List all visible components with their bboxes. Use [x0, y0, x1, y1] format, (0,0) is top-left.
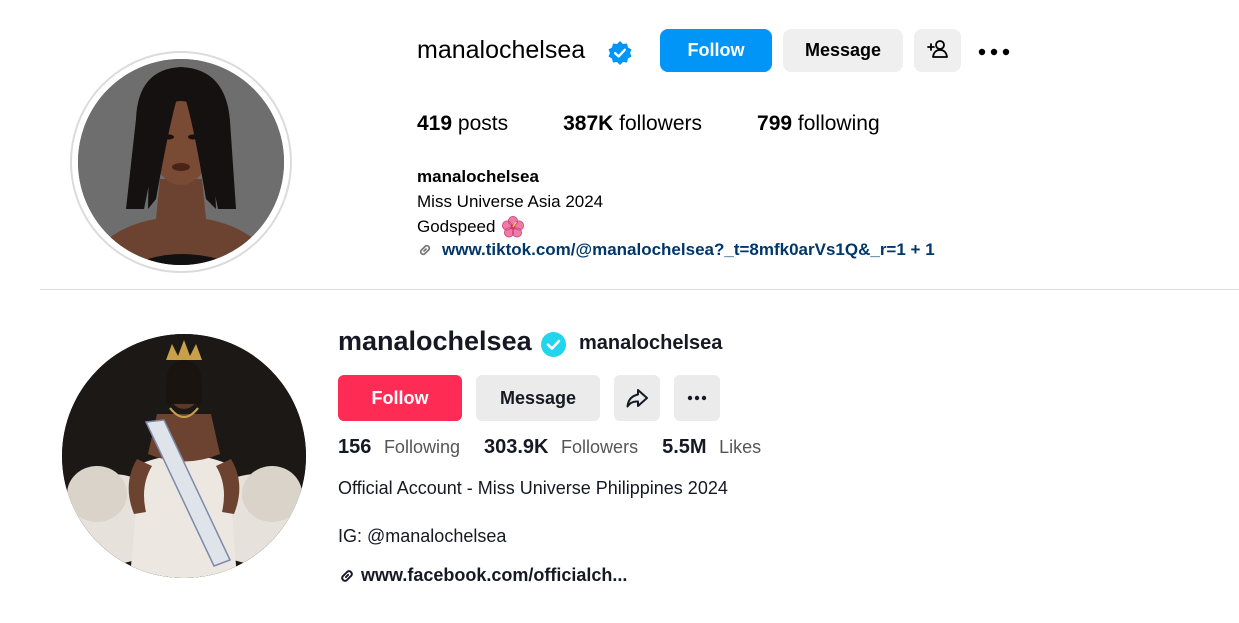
stat-label: posts: [457, 112, 509, 135]
tiktok-more-options-button[interactable]: [674, 375, 720, 421]
tiktok-username: manalochelsea: [338, 326, 532, 356]
stat-label: Likes: [719, 437, 762, 457]
tiktok-bio-line: Official Account - Miss Universe Philipp…: [338, 478, 728, 498]
instagram-follow-button[interactable]: Follow: [660, 29, 772, 72]
section-divider: [40, 289, 1239, 290]
tiktok-avatar[interactable]: [62, 334, 306, 578]
tiktok-stat-following[interactable]: 156 Following: [338, 436, 460, 459]
instagram-more-options-button[interactable]: [975, 36, 1013, 66]
verified-badge-icon: [607, 40, 633, 66]
tiktok-share-button[interactable]: [614, 375, 660, 421]
tiktok-stat-likes: 5.5M Likes: [662, 436, 761, 459]
link-icon: [417, 242, 442, 258]
instagram-stat-posts: 419 posts: [417, 112, 508, 136]
instagram-username[interactable]: manalochelsea: [417, 36, 585, 65]
tiktok-bio-line-2: IG: @manalochelsea: [338, 526, 507, 546]
more-horizontal-icon: [687, 395, 707, 401]
instagram-bio-link[interactable]: www.tiktok.com/@manalochelsea?_t=8mfk0ar…: [417, 240, 935, 260]
tiktok-bio-link[interactable]: www.facebook.com/officialch...: [338, 565, 627, 586]
instagram-stat-following[interactable]: 799 following: [757, 112, 880, 136]
stat-label: followers: [619, 112, 703, 135]
instagram-profile-photo: [78, 59, 284, 265]
instagram-suggested-users-button[interactable]: [914, 29, 961, 72]
instagram-bio-line: Miss Universe Asia 2024: [417, 192, 604, 211]
instagram-display-name: manalochelsea: [417, 167, 539, 186]
tiktok-profile-photo: [62, 334, 306, 578]
stat-value: 387K: [563, 112, 614, 135]
stat-value: 156: [338, 436, 372, 458]
instagram-stat-followers[interactable]: 387K followers: [563, 112, 702, 136]
stat-label: Following: [383, 437, 460, 457]
link-text[interactable]: www.tiktok.com/@manalochelsea?_t=8mfk0ar…: [442, 240, 935, 260]
link-icon: [338, 567, 361, 585]
stat-label: following: [797, 112, 880, 135]
stat-value: 799: [757, 112, 793, 135]
instagram-avatar[interactable]: [70, 51, 292, 273]
hibiscus-emoji-icon: [502, 216, 525, 238]
verified-check-icon: [540, 331, 567, 358]
more-horizontal-icon: [978, 44, 1010, 59]
instagram-message-button[interactable]: Message: [783, 29, 903, 72]
stat-value: 5.5M: [662, 436, 707, 458]
instagram-stats: 419 posts 387K followers 799 following: [417, 112, 935, 136]
tiktok-message-button[interactable]: Message: [476, 375, 600, 421]
tiktok-follow-button[interactable]: Follow: [338, 375, 462, 421]
stat-value: 303.9K: [483, 436, 549, 458]
tiktok-stats: 156 Following 303.9K Followers 5.5M Like…: [338, 436, 785, 459]
link-text[interactable]: www.facebook.com/officialch...: [361, 565, 627, 586]
bio-text: Godspeed: [417, 217, 496, 236]
tiktok-handle: manalochelsea: [579, 332, 723, 354]
tiktok-stat-followers[interactable]: 303.9K Followers: [484, 436, 638, 459]
instagram-bio-line-2: Godspeed: [417, 216, 525, 238]
stat-label: Followers: [561, 437, 639, 457]
share-icon: [625, 387, 649, 409]
add-user-icon: [926, 39, 949, 62]
stat-value: 419: [417, 112, 453, 135]
